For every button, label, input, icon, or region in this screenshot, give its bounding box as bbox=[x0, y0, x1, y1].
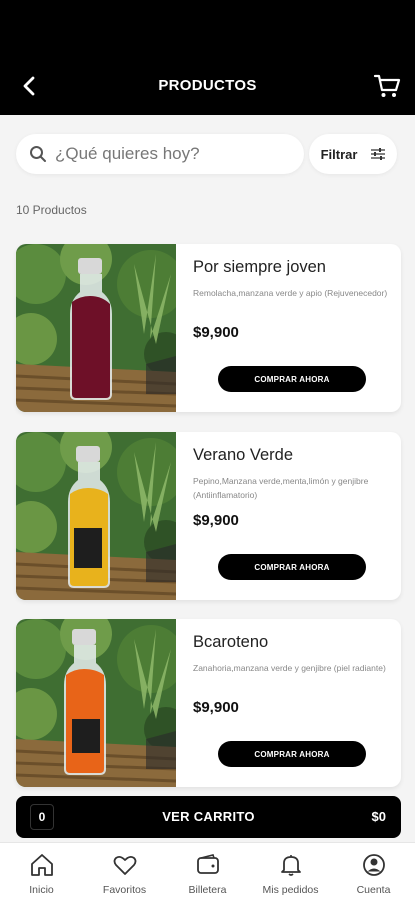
filter-label: Filtrar bbox=[320, 146, 358, 162]
product-image bbox=[16, 619, 176, 787]
product-description: Pepino,Manzana verde,menta,limón y genji… bbox=[193, 476, 369, 500]
product-image bbox=[16, 432, 176, 600]
view-cart-bar[interactable]: 0 VER CARRITO $0 bbox=[16, 796, 401, 838]
product-image bbox=[16, 244, 176, 412]
cart-button[interactable] bbox=[373, 72, 401, 100]
product-card[interactable]: Por siempre joven Remolacha,manzana verd… bbox=[16, 244, 401, 412]
product-description: Zanahoria,manzana verde y genjibre (piel… bbox=[193, 663, 386, 673]
bottom-nav: Inicio Favoritos Billetera Mis pedidos C… bbox=[0, 842, 415, 900]
bell-icon bbox=[280, 855, 301, 876]
nav-item-billetera[interactable]: Billetera bbox=[166, 843, 249, 900]
nav-label: Billetera bbox=[188, 884, 227, 896]
search-input[interactable] bbox=[55, 144, 275, 164]
juice-fill bbox=[72, 296, 110, 398]
product-name: Verano Verde bbox=[193, 446, 293, 464]
product-card[interactable]: Verano Verde Pepino,Manzana verde,menta,… bbox=[16, 432, 401, 600]
nav-item-cuenta[interactable]: Cuenta bbox=[332, 843, 415, 900]
product-name: Bcaroteno bbox=[193, 633, 269, 651]
cart-total: $0 bbox=[371, 809, 386, 824]
account-icon bbox=[362, 854, 385, 876]
product-price: $9,900 bbox=[193, 512, 239, 529]
product-description: Remolacha,manzana verde y apio (Rejuvene… bbox=[193, 288, 388, 298]
nav-item-favoritos[interactable]: Favoritos bbox=[83, 843, 166, 900]
search-bar[interactable] bbox=[16, 134, 304, 174]
product-name: Por siempre joven bbox=[193, 258, 326, 276]
wallet-icon bbox=[196, 854, 219, 874]
buy-now-button[interactable]: COMPRAR AHORA bbox=[218, 366, 366, 392]
product-price: $9,900 bbox=[193, 699, 239, 716]
search-icon bbox=[30, 146, 46, 162]
nav-item-mis-pedidos[interactable]: Mis pedidos bbox=[249, 843, 332, 900]
product-count: 10 Productos bbox=[16, 203, 87, 217]
nav-label: Mis pedidos bbox=[262, 884, 319, 896]
nav-label: Inicio bbox=[29, 884, 54, 896]
filter-button[interactable]: Filtrar bbox=[309, 134, 397, 174]
page-title: PRODUCTOS bbox=[158, 77, 257, 94]
view-cart-label: VER CARRITO bbox=[162, 809, 255, 824]
app-header: PRODUCTOS bbox=[0, 0, 415, 115]
heart-icon bbox=[113, 855, 136, 875]
nav-item-inicio[interactable]: Inicio bbox=[0, 843, 83, 900]
buy-now-button[interactable]: COMPRAR AHORA bbox=[218, 741, 366, 767]
home-icon bbox=[30, 854, 53, 876]
sliders-icon bbox=[371, 148, 386, 160]
product-card[interactable]: Bcaroteno Zanahoria,manzana verde y genj… bbox=[16, 619, 401, 787]
product-price: $9,900 bbox=[193, 324, 239, 341]
nav-label: Favoritos bbox=[102, 884, 147, 896]
cart-icon bbox=[373, 74, 401, 97]
buy-now-button[interactable]: COMPRAR AHORA bbox=[218, 554, 366, 580]
nav-label: Cuenta bbox=[356, 884, 391, 896]
